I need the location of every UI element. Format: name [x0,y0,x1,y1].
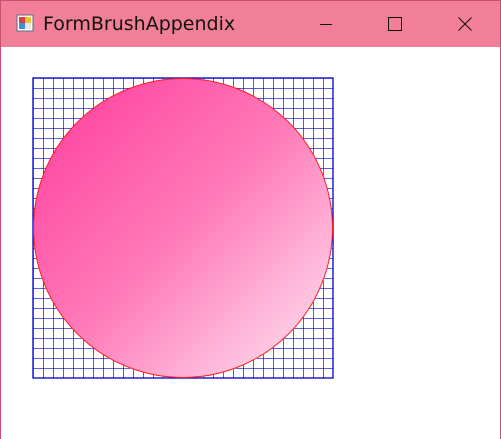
form-client-area [1,47,500,439]
app-window: FormBrushAppendix [0,0,501,439]
title-bar[interactable]: FormBrushAppendix [1,1,500,47]
minimize-icon [320,24,332,25]
window-title: FormBrushAppendix [43,13,236,35]
maximize-icon [388,17,402,31]
maximize-button[interactable] [360,1,430,47]
gradient-circle [33,78,333,378]
close-button[interactable] [430,1,500,47]
minimize-button[interactable] [291,1,361,47]
brush-drawing [32,77,334,379]
app-icon[interactable] [16,14,34,32]
close-icon [458,17,472,31]
